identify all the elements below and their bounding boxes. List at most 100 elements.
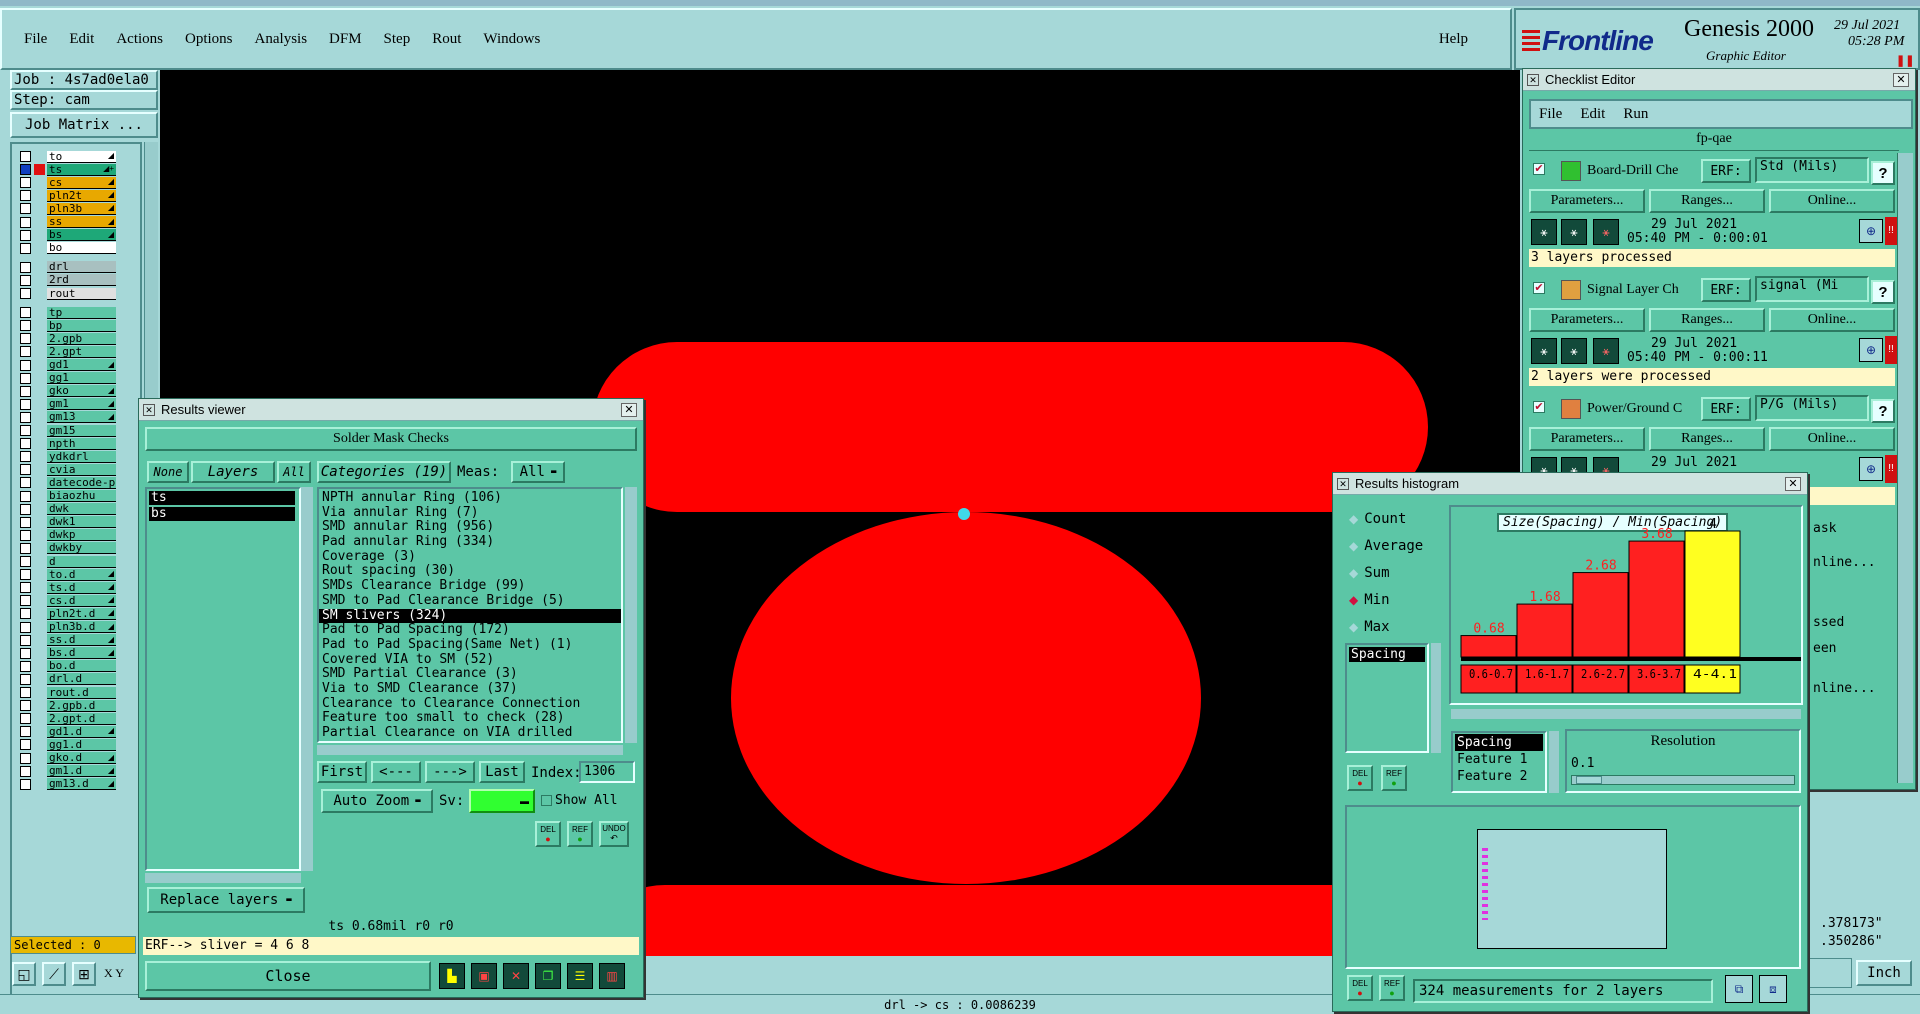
layer-checkbox[interactable] xyxy=(20,451,31,463)
histogram-side-list[interactable]: Spacing xyxy=(1345,643,1429,753)
layer-row[interactable]: ydkdrl xyxy=(20,450,116,463)
layer-checkbox[interactable] xyxy=(20,752,31,764)
hist-del-button[interactable]: DEL ● xyxy=(1347,765,1373,791)
layer-row[interactable]: gg1.d xyxy=(20,738,116,751)
erf-dropdown[interactable]: ERF: xyxy=(1701,397,1751,421)
menu-step[interactable]: Step xyxy=(384,31,411,48)
layer-checkbox[interactable] xyxy=(20,385,31,397)
layer-checkbox[interactable] xyxy=(20,621,31,633)
layer-checkbox[interactable] xyxy=(20,216,31,228)
zoom-results-icon[interactable]: ⊕ xyxy=(1859,219,1883,243)
tool-list-icon[interactable]: ☰ xyxy=(567,963,593,989)
ranges-button[interactable]: Ranges... xyxy=(1649,427,1765,451)
layer-checkbox[interactable] xyxy=(20,177,31,189)
category-item[interactable]: Via to SMD Clearance (37) xyxy=(319,682,621,697)
layer-row[interactable]: gg1 xyxy=(20,372,116,385)
prev-button[interactable]: <--- xyxy=(371,761,421,783)
tool-measure-icon[interactable]: ⟋ xyxy=(42,962,66,986)
layer-row[interactable]: drl.d xyxy=(20,673,116,686)
resolution-slider[interactable] xyxy=(1571,775,1795,785)
layer-checkbox[interactable] xyxy=(20,569,31,581)
layer-checkbox[interactable] xyxy=(20,660,31,672)
layer-row[interactable]: rout.d xyxy=(20,686,116,699)
window-menu-icon[interactable]: ✕ xyxy=(1527,73,1539,86)
layer-row[interactable]: rout xyxy=(20,287,116,300)
attr-list[interactable]: Spacing Feature 1 Feature 2 xyxy=(1451,731,1547,793)
layer-row[interactable]: gko ◢ xyxy=(20,385,116,398)
parameters-button[interactable]: Parameters... xyxy=(1529,308,1645,332)
run-selected-icon[interactable]: ⚹ xyxy=(1561,219,1587,245)
histogram-bar[interactable] xyxy=(1684,530,1741,658)
layer-checkbox[interactable] xyxy=(20,333,31,345)
layer-results-list[interactable]: ts bs xyxy=(145,487,301,871)
layer-checkbox[interactable] xyxy=(20,477,31,489)
layer-row[interactable]: ss.d ◢ xyxy=(20,634,116,647)
run-selected-icon[interactable]: ⚹ xyxy=(1561,338,1587,364)
online-button[interactable]: Online... xyxy=(1769,189,1895,213)
layer-checkbox[interactable] xyxy=(20,190,31,202)
checklist-scrollbar[interactable] xyxy=(1897,153,1913,783)
categories-button[interactable]: Categories (19) xyxy=(317,461,451,483)
layer-checkbox[interactable] xyxy=(20,556,31,567)
layer-checkbox[interactable] xyxy=(20,203,31,215)
layer-checkbox[interactable] xyxy=(20,516,31,528)
layer-row[interactable]: bp xyxy=(20,319,116,332)
tool-grid-icon[interactable]: ⊞ xyxy=(72,962,96,986)
menu-help[interactable]: Help xyxy=(1439,31,1468,48)
histogram-bar[interactable] xyxy=(1516,603,1573,658)
layer-checkbox[interactable] xyxy=(20,274,31,286)
category-item[interactable]: Via annular Ring (7) xyxy=(319,506,621,521)
tool-histogram-icon[interactable]: ▥ xyxy=(599,963,625,989)
first-button[interactable]: First xyxy=(317,761,367,783)
layer-row[interactable]: tp xyxy=(20,306,116,319)
layer-row[interactable]: bo xyxy=(20,242,116,255)
layer-checkbox[interactable] xyxy=(20,372,31,384)
layer-row[interactable]: ss ◢ xyxy=(20,216,116,229)
histogram-bar[interactable] xyxy=(1628,540,1685,658)
category-item[interactable]: Pad annular Ring (334) xyxy=(319,535,621,550)
layer-row[interactable]: npth xyxy=(20,437,116,450)
layer-row[interactable]: datecode-pt xyxy=(20,476,116,489)
category-item[interactable]: Partial Clearance on VIA drilled xyxy=(319,726,621,741)
attr-feature-1[interactable]: Feature 1 xyxy=(1453,751,1545,768)
ref-button[interactable]: REF ● xyxy=(567,821,593,847)
tool-select-icon[interactable]: ◱ xyxy=(12,962,36,986)
tool-copy-icon[interactable]: ❐ xyxy=(535,963,561,989)
results-viewer-titlebar[interactable]: ✕ Results viewer ✕ xyxy=(139,399,643,421)
layer-checkbox[interactable] xyxy=(20,242,31,254)
layer-row[interactable]: 2.gpb xyxy=(20,332,116,345)
layer-row[interactable]: gm1.d ◢ xyxy=(20,765,116,778)
category-item[interactable]: SMD Partial Clearance (3) xyxy=(319,667,621,682)
help-button[interactable]: ? xyxy=(1871,399,1895,423)
categories-scrollbar[interactable] xyxy=(625,487,637,743)
layer-checkbox[interactable] xyxy=(20,346,31,358)
job-matrix-button[interactable]: Job Matrix ... xyxy=(10,112,158,138)
mode-sum-radio[interactable]: ◆ Sum xyxy=(1349,565,1390,581)
window-menu-icon[interactable]: ✕ xyxy=(1337,477,1349,490)
layer-row[interactable]: bo.d xyxy=(20,660,116,673)
category-item[interactable]: SMD to Pad Clearance Bridge (5) xyxy=(319,594,621,609)
layer-row[interactable]: gko.d ◢ xyxy=(20,752,116,765)
close-icon[interactable]: ✕ xyxy=(621,402,637,417)
run-all-icon[interactable]: ⚹ xyxy=(1593,219,1619,245)
layer-checkbox[interactable] xyxy=(20,164,31,176)
category-item[interactable]: Feature too small to check (28) xyxy=(319,711,621,726)
zoom-results-icon[interactable]: ⊕ xyxy=(1859,457,1883,481)
layer-checkbox[interactable] xyxy=(20,320,31,332)
layer-row[interactable]: biaozhu xyxy=(20,490,116,503)
resolution-slider-thumb[interactable] xyxy=(1576,776,1602,784)
side-list-scrollbar[interactable] xyxy=(1431,643,1441,753)
mode-average-radio[interactable]: ◆ Average xyxy=(1349,538,1423,554)
next-button[interactable]: ---> xyxy=(425,761,475,783)
close-button[interactable]: Close xyxy=(145,961,431,991)
erf-dropdown[interactable]: ERF: xyxy=(1701,159,1751,183)
categories-hscroll[interactable] xyxy=(317,745,623,755)
layer-row[interactable]: 2.gpt xyxy=(20,345,116,358)
erf-value[interactable]: P/G (Mils) xyxy=(1755,395,1869,421)
layer-checkbox[interactable] xyxy=(20,739,31,751)
erf-value[interactable]: signal (Mi xyxy=(1755,276,1869,302)
layer-checkbox[interactable] xyxy=(20,765,31,777)
none-button[interactable]: None xyxy=(147,461,189,483)
layer-checkbox[interactable] xyxy=(20,582,31,594)
window-menu-icon[interactable]: ✕ xyxy=(143,403,155,416)
